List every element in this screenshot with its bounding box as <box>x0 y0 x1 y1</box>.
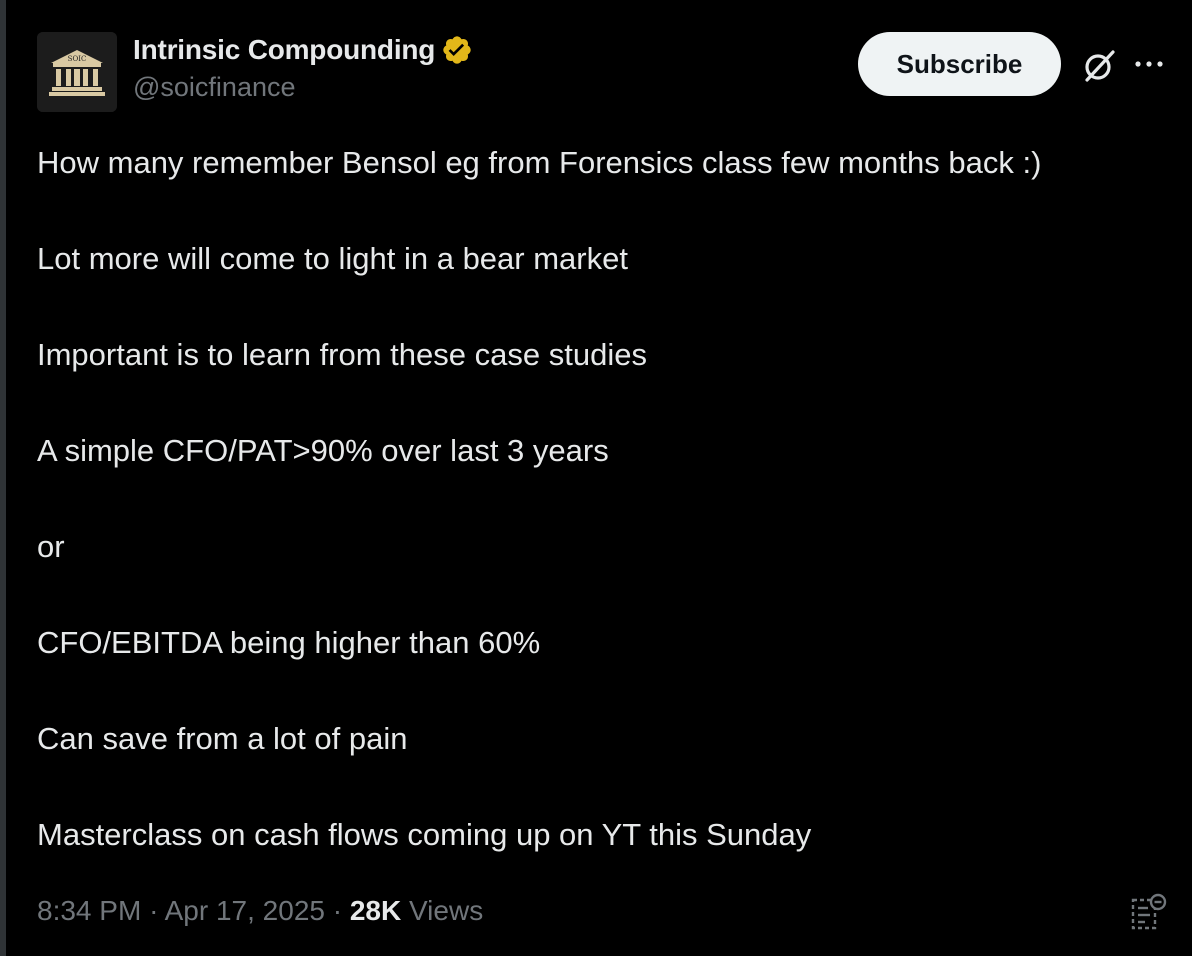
author-info: Intrinsic Compounding @soicfinance <box>133 34 473 103</box>
post-date[interactable]: Apr 17, 2025 <box>165 895 325 926</box>
bank-building-logo-icon: SOIC <box>37 32 117 112</box>
post-line: Can save from a lot of pain <box>37 721 408 756</box>
post-time[interactable]: 8:34 PM <box>37 895 141 926</box>
avatar[interactable]: SOIC <box>37 32 117 112</box>
left-border <box>0 0 6 956</box>
more-icon[interactable] <box>1133 54 1165 74</box>
post-line: Masterclass on cash flows coming up on Y… <box>37 817 812 852</box>
grok-icon[interactable] <box>1081 48 1117 84</box>
analytics-icon[interactable] <box>1131 892 1167 932</box>
post-meta: 8:34 PM · Apr 17, 2025 · 28K Views <box>37 895 483 927</box>
author-handle[interactable]: @soicfinance <box>133 72 473 103</box>
post-line: Lot more will come to light in a bear ma… <box>37 241 628 276</box>
views-count: 28K <box>349 895 402 926</box>
post-text: How many remember Bensol eg from Forensi… <box>37 140 1167 858</box>
post-line: or <box>37 529 65 564</box>
verified-badge-icon[interactable] <box>441 34 473 66</box>
author-display-name[interactable]: Intrinsic Compounding <box>133 34 435 66</box>
post: SOIC Intrinsic Compounding @soicfinance … <box>37 30 1167 956</box>
subscribe-button[interactable]: Subscribe <box>858 32 1061 96</box>
svg-text:SOIC: SOIC <box>68 55 87 63</box>
meta-separator: · <box>332 895 343 926</box>
post-line: Important is to learn from these case st… <box>37 337 647 372</box>
post-line: How many remember Bensol eg from Forensi… <box>37 145 1042 180</box>
meta-separator: · <box>149 895 159 926</box>
views-label: Views <box>409 895 484 926</box>
post-line: CFO/EBITDA being higher than 60% <box>37 625 541 660</box>
post-line: A simple CFO/PAT>90% over last 3 years <box>37 433 609 468</box>
